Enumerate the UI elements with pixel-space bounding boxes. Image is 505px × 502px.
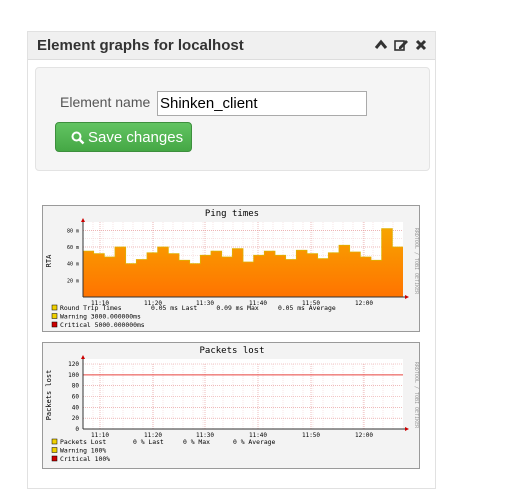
chevron-up-icon[interactable] (373, 37, 389, 53)
y-tick-label: 20 m (67, 278, 79, 284)
legend-label: Critical 100% (60, 455, 110, 463)
y-tick-label: 20 (72, 415, 80, 422)
element-graphs-widget: Element graphs for localhost Element nam… (27, 31, 436, 489)
element-name-input[interactable] (157, 91, 367, 116)
legend-stats: 0.05 ms Last 0.09 ms Max 0.05 ms Average (151, 304, 336, 312)
y-tick-label: 120 (68, 361, 79, 368)
legend-label: Critical 5000.000000ms (60, 321, 145, 329)
close-icon[interactable] (413, 37, 429, 53)
rrdtool-credit: RRDTOOL / TOBI OETIKER (413, 362, 419, 429)
y-axis-arrow (81, 355, 85, 359)
y-tick-label: 100 (68, 372, 79, 379)
save-changes-label: Save changes (88, 129, 184, 146)
y-tick-label: 40 m (67, 262, 79, 268)
x-tick-label: 12:00 (355, 300, 373, 307)
legend-label: Warning 100% (60, 447, 106, 455)
element-form: Element name Save changes (35, 67, 430, 171)
graph-title: Ping times (205, 209, 259, 219)
legend-label: Round Trip Times (60, 304, 122, 312)
y-tick-label: 0 (75, 426, 79, 433)
x-axis-arrow (405, 427, 409, 431)
y-tick-label: 80 (72, 383, 80, 390)
save-changes-button[interactable]: Save changes (55, 122, 192, 152)
legend-stats: 0 % Last 0 % Max 0 % Average (133, 438, 276, 446)
y-axis-label: RTA (45, 254, 53, 267)
widget-header: Element graphs for localhost (28, 32, 435, 60)
legend-swatch (51, 455, 58, 462)
search-icon (71, 131, 85, 145)
legend-label: Warning 3000.000000ms (60, 313, 141, 321)
rrdtool-credit: RRDTOOL / TOBI OETIKER (413, 228, 419, 295)
ping-times-graph: Ping times RTA RRDTOOL / TOBI OETIKER 80… (42, 205, 420, 332)
legend-swatch (51, 321, 58, 328)
y-tick-label: 80 m (67, 228, 79, 234)
x-tick-label: 11:50 (302, 432, 320, 439)
packets-lost-graph: Packets lost Packets lost RRDTOOL / TOBI… (42, 342, 420, 469)
y-axis-arrow (81, 218, 85, 222)
element-name-label: Element name (60, 94, 151, 110)
y-tick-label: 40 (72, 404, 80, 411)
graph-title: Packets lost (199, 346, 264, 356)
legend-swatch (51, 438, 58, 445)
legend-swatch (51, 304, 58, 311)
y-tick-label: 60 m (67, 245, 79, 251)
y-axis-label: Packets lost (45, 370, 53, 421)
legend-swatch (51, 313, 58, 319)
x-tick-label: 12:00 (355, 432, 373, 439)
legend-label: Packets Lost (60, 438, 106, 446)
widget-title: Element graphs for localhost (37, 37, 244, 54)
y-tick-label: 60 (72, 394, 80, 401)
legend-swatch (51, 447, 58, 453)
x-axis-arrow (405, 295, 409, 299)
edit-icon[interactable] (393, 37, 409, 53)
